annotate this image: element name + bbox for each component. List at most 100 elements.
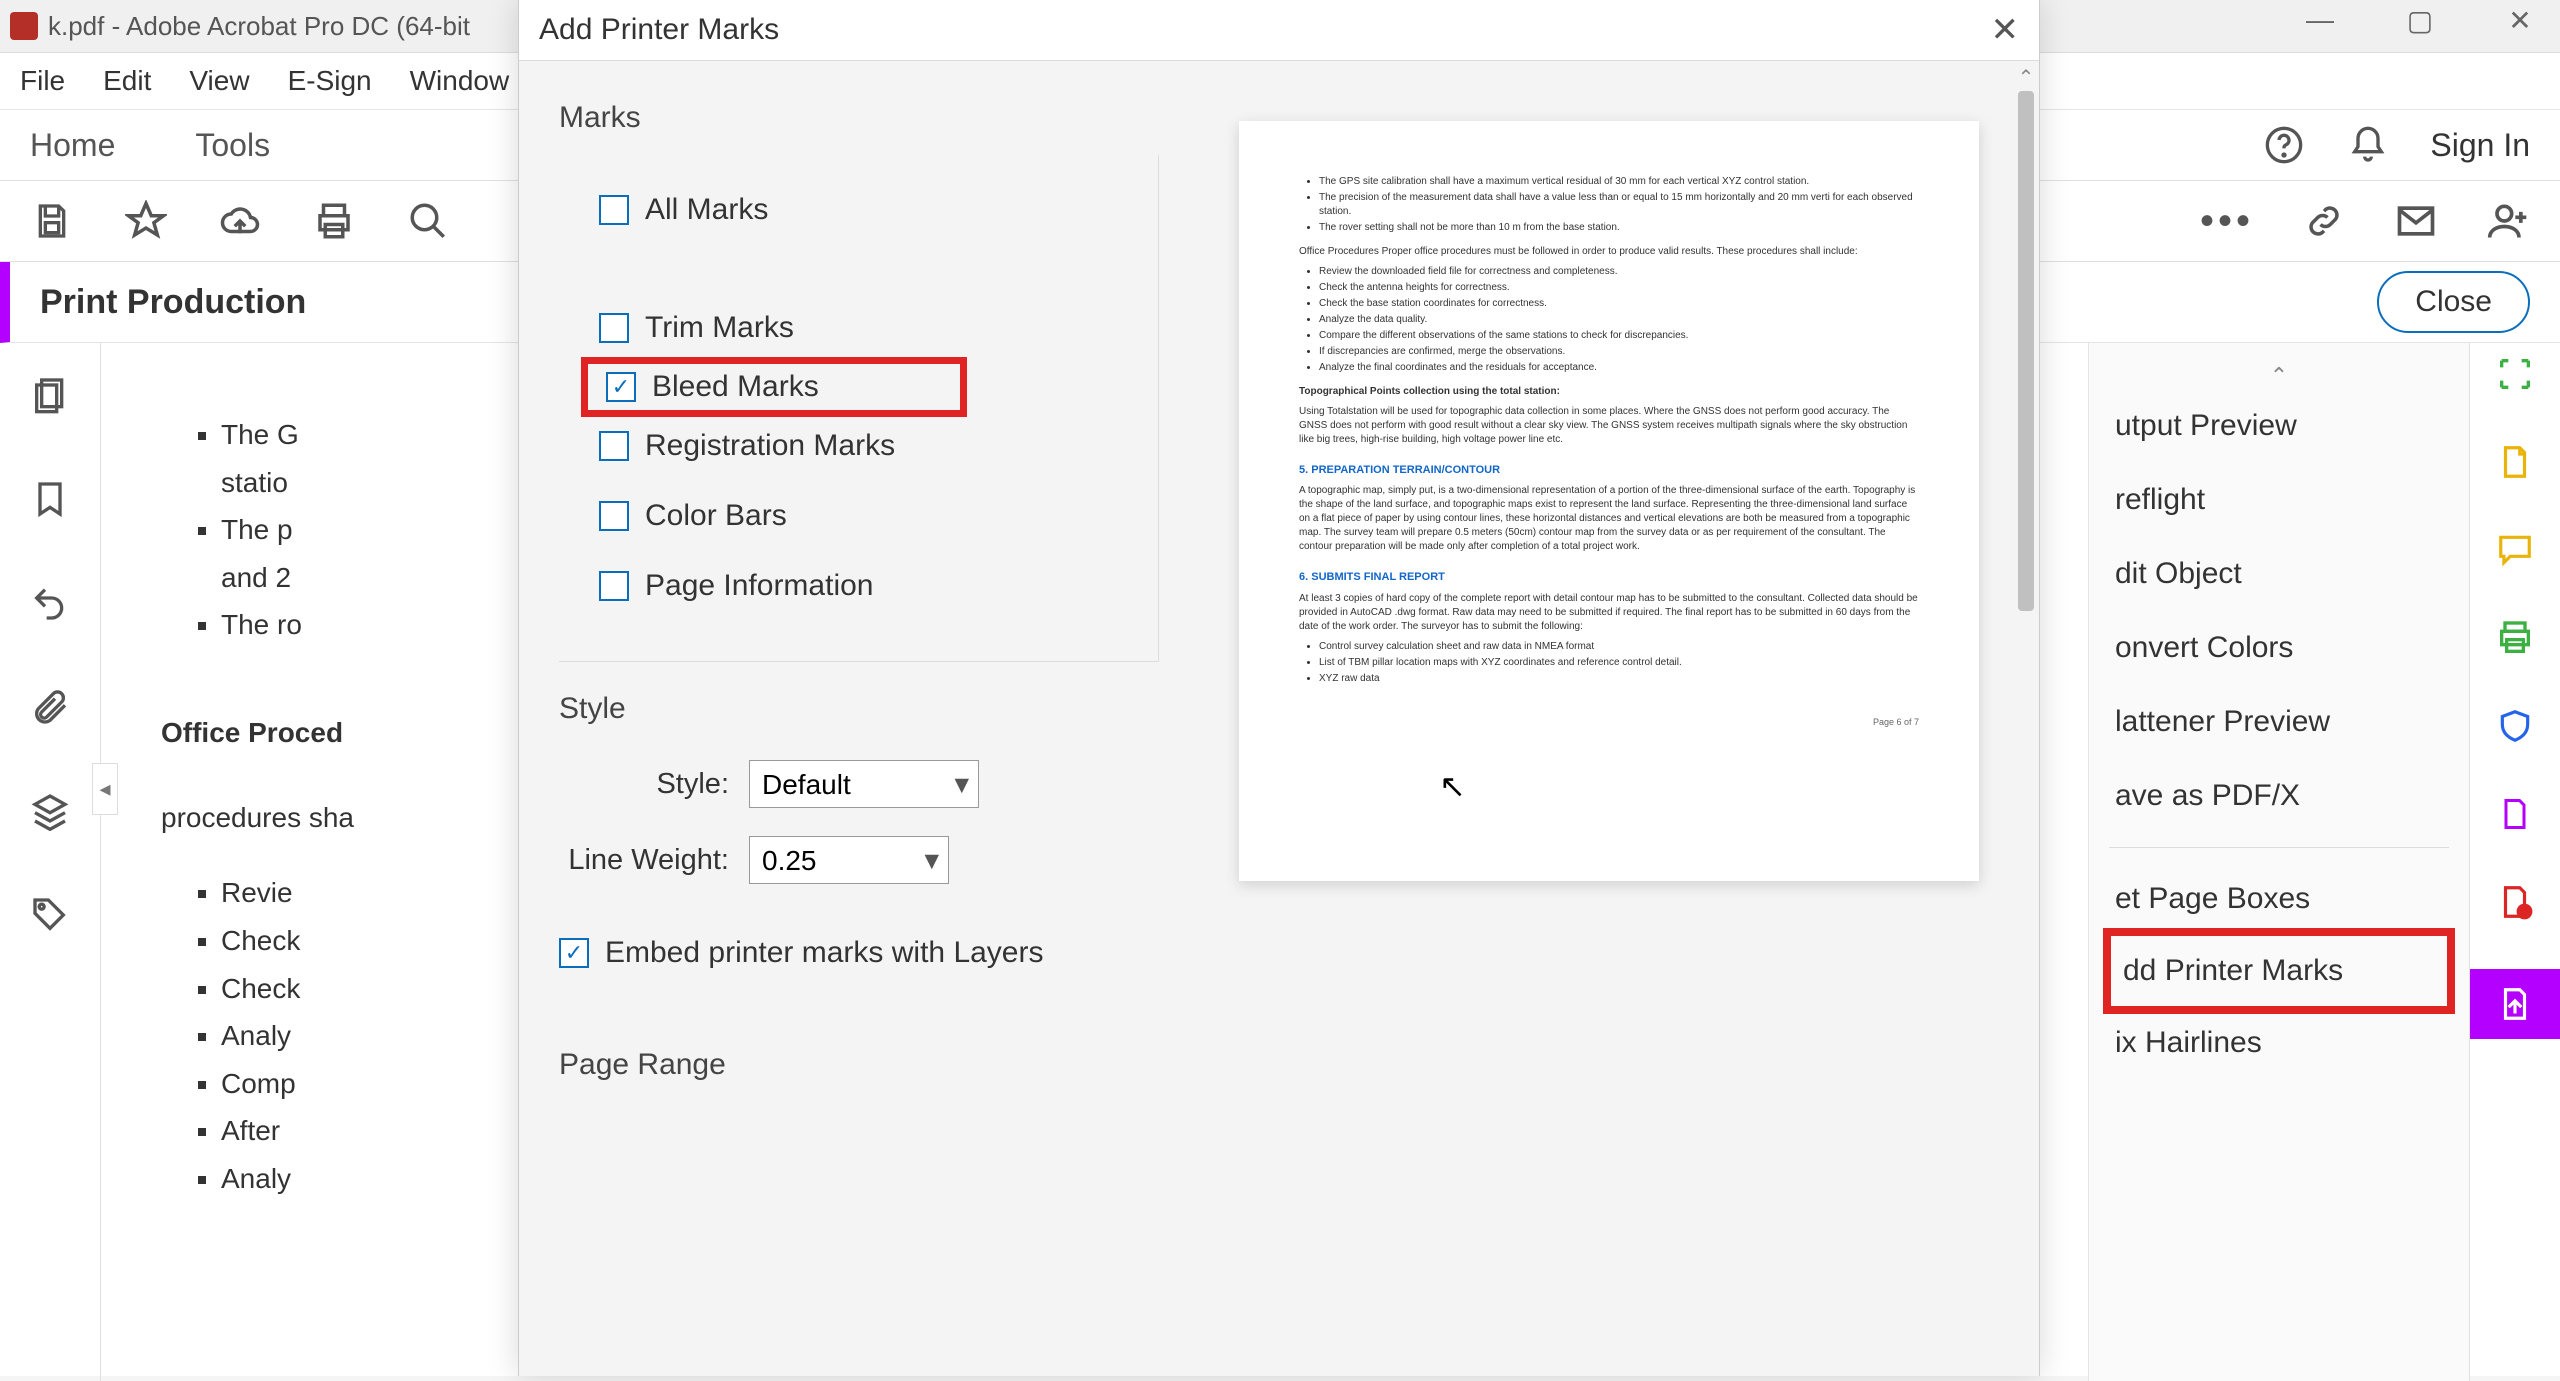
- attachment-icon[interactable]: [28, 685, 72, 729]
- checkbox-page-information[interactable]: Page Information: [599, 551, 1138, 621]
- checkbox-label: Embed printer marks with Layers: [605, 936, 1044, 970]
- tab-home[interactable]: Home: [30, 127, 115, 164]
- tool-comment-icon[interactable]: [2494, 529, 2536, 571]
- sign-in-button[interactable]: Sign In: [2430, 127, 2530, 164]
- menu-view[interactable]: View: [189, 65, 249, 97]
- tool-crop-icon[interactable]: [2494, 353, 2536, 395]
- share-link-icon[interactable]: [2302, 199, 2346, 243]
- preview-line: Analyze the data quality.: [1319, 313, 1919, 327]
- panel-item-preflight[interactable]: reflight: [2089, 463, 2469, 537]
- preview-line: If discrepancies are confirmed, merge th…: [1319, 345, 1919, 359]
- preview-line: Review the downloaded field file for cor…: [1319, 265, 1919, 279]
- style-select[interactable]: Default: [749, 760, 979, 808]
- close-button[interactable]: Close: [2377, 271, 2530, 333]
- checkbox-icon[interactable]: [599, 431, 629, 461]
- preview-line: A topographic map, simply put, is a two-…: [1299, 484, 1919, 554]
- cloud-upload-icon[interactable]: [218, 199, 262, 243]
- tool-pdf-alert-icon[interactable]: [2494, 881, 2536, 923]
- checkbox-registration-marks[interactable]: Registration Marks: [599, 411, 1138, 481]
- checkbox-color-bars[interactable]: Color Bars: [599, 481, 1138, 551]
- checkbox-icon[interactable]: [599, 195, 629, 225]
- tool-page-icon[interactable]: [2494, 441, 2536, 483]
- preview-line: The rover setting shall not be more than…: [1319, 221, 1919, 235]
- checkbox-icon[interactable]: [559, 938, 589, 968]
- panel-item-output-preview[interactable]: utput Preview: [2089, 389, 2469, 463]
- email-icon[interactable]: [2394, 199, 2438, 243]
- checkbox-icon[interactable]: [599, 501, 629, 531]
- doc-line: The ro: [221, 609, 302, 640]
- print-production-panel: ⌃ utput Preview reflight dit Object onve…: [2088, 343, 2469, 1381]
- panel-item-convert-colors[interactable]: onvert Colors: [2089, 611, 2469, 685]
- line-weight-select[interactable]: 0.25: [749, 836, 949, 884]
- panel-item-set-page-boxes[interactable]: et Page Boxes: [2089, 862, 2469, 936]
- checkbox-label: Bleed Marks: [652, 370, 819, 404]
- pages-icon[interactable]: [28, 373, 72, 417]
- preview-line: The GPS site calibration shall have a ma…: [1319, 175, 1919, 189]
- window-title: k.pdf - Adobe Acrobat Pro DC (64-bit: [48, 11, 470, 42]
- checkbox-label: Page Information: [645, 569, 873, 603]
- checkbox-embed-layers[interactable]: Embed printer marks with Layers: [559, 918, 1159, 988]
- print-icon[interactable]: [312, 199, 356, 243]
- doc-heading: Office Proced: [161, 717, 343, 748]
- checkbox-label: All Marks: [645, 193, 768, 227]
- save-icon[interactable]: [30, 199, 74, 243]
- layers-icon[interactable]: [28, 789, 72, 833]
- checkbox-icon[interactable]: [599, 313, 629, 343]
- add-printer-marks-dialog: Add Printer Marks ✕ Marks All Marks Trim…: [518, 0, 2040, 1376]
- section-style: Style: [559, 692, 1159, 726]
- dialog-preview: The GPS site calibration shall have a ma…: [1199, 61, 2039, 1376]
- line-weight-label: Line Weight:: [559, 844, 729, 877]
- scroll-up-icon[interactable]: ⌃: [2089, 363, 2469, 389]
- checkbox-trim-marks[interactable]: Trim Marks: [599, 293, 1138, 363]
- menu-esign[interactable]: E-Sign: [288, 65, 372, 97]
- left-nav-rail: ◂: [0, 343, 101, 1381]
- style-label: Style:: [559, 768, 729, 801]
- window-close-button[interactable]: ✕: [2490, 0, 2550, 40]
- collapse-left-rail[interactable]: ◂: [92, 763, 118, 815]
- more-icon[interactable]: •••: [2200, 199, 2254, 244]
- menu-edit[interactable]: Edit: [103, 65, 151, 97]
- preview-line: XYZ raw data: [1319, 672, 1919, 686]
- checkbox-icon[interactable]: [606, 372, 636, 402]
- tag-icon[interactable]: [28, 893, 72, 937]
- doc-line: statio: [221, 467, 288, 498]
- add-person-icon[interactable]: [2486, 199, 2530, 243]
- tool-print-icon[interactable]: [2494, 617, 2536, 659]
- preview-line: Compare the different observations of th…: [1319, 329, 1919, 343]
- preview-line: At least 3 copies of hard copy of the co…: [1299, 592, 1919, 634]
- panel-item-save-pdfx[interactable]: ave as PDF/X: [2089, 759, 2469, 833]
- panel-item-fix-hairlines[interactable]: ix Hairlines: [2089, 1006, 2469, 1080]
- menu-window[interactable]: Window: [410, 65, 510, 97]
- preview-line: Analyze the final coordinates and the re…: [1319, 361, 1919, 375]
- panel-item-edit-object[interactable]: dit Object: [2089, 537, 2469, 611]
- tool-doc-icon[interactable]: [2494, 793, 2536, 835]
- preview-line: Control survey calculation sheet and raw…: [1319, 640, 1919, 654]
- menu-file[interactable]: File: [20, 65, 65, 97]
- preview-heading: 6. SUBMITS FINAL REPORT: [1299, 570, 1919, 585]
- scrollbar-thumb[interactable]: [2018, 91, 2034, 611]
- dialog-scrollbar[interactable]: ⌃: [2015, 61, 2037, 1376]
- checkbox-icon[interactable]: [599, 571, 629, 601]
- panel-item-add-printer-marks[interactable]: dd Printer Marks: [2103, 928, 2455, 1014]
- undo-icon[interactable]: [28, 581, 72, 625]
- acrobat-app-icon: [10, 12, 38, 40]
- checkbox-all-marks[interactable]: All Marks: [599, 175, 1138, 245]
- preview-line: The precision of the measurement data sh…: [1319, 191, 1919, 219]
- preview-heading: Topographical Points collection using th…: [1299, 386, 1560, 397]
- checkbox-bleed-marks[interactable]: Bleed Marks: [581, 357, 967, 417]
- section-marks: Marks: [559, 101, 1159, 135]
- star-icon[interactable]: [124, 199, 168, 243]
- zoom-icon[interactable]: [406, 199, 450, 243]
- bell-icon[interactable]: [2346, 123, 2390, 167]
- tool-shield-icon[interactable]: [2494, 705, 2536, 747]
- window-minimize-button[interactable]: —: [2290, 0, 2350, 40]
- help-icon[interactable]: [2262, 123, 2306, 167]
- bookmark-icon[interactable]: [28, 477, 72, 521]
- window-maximize-button[interactable]: ▢: [2390, 0, 2450, 40]
- acrobat-window: k.pdf - Adobe Acrobat Pro DC (64-bit — ▢…: [0, 0, 2560, 1376]
- tab-tools[interactable]: Tools: [195, 127, 270, 164]
- dialog-titlebar: Add Printer Marks ✕: [519, 0, 2039, 61]
- panel-item-flattener-preview[interactable]: lattener Preview: [2089, 685, 2469, 759]
- dialog-close-icon[interactable]: ✕: [1991, 10, 2020, 50]
- tool-print-production-icon[interactable]: [2470, 969, 2560, 1039]
